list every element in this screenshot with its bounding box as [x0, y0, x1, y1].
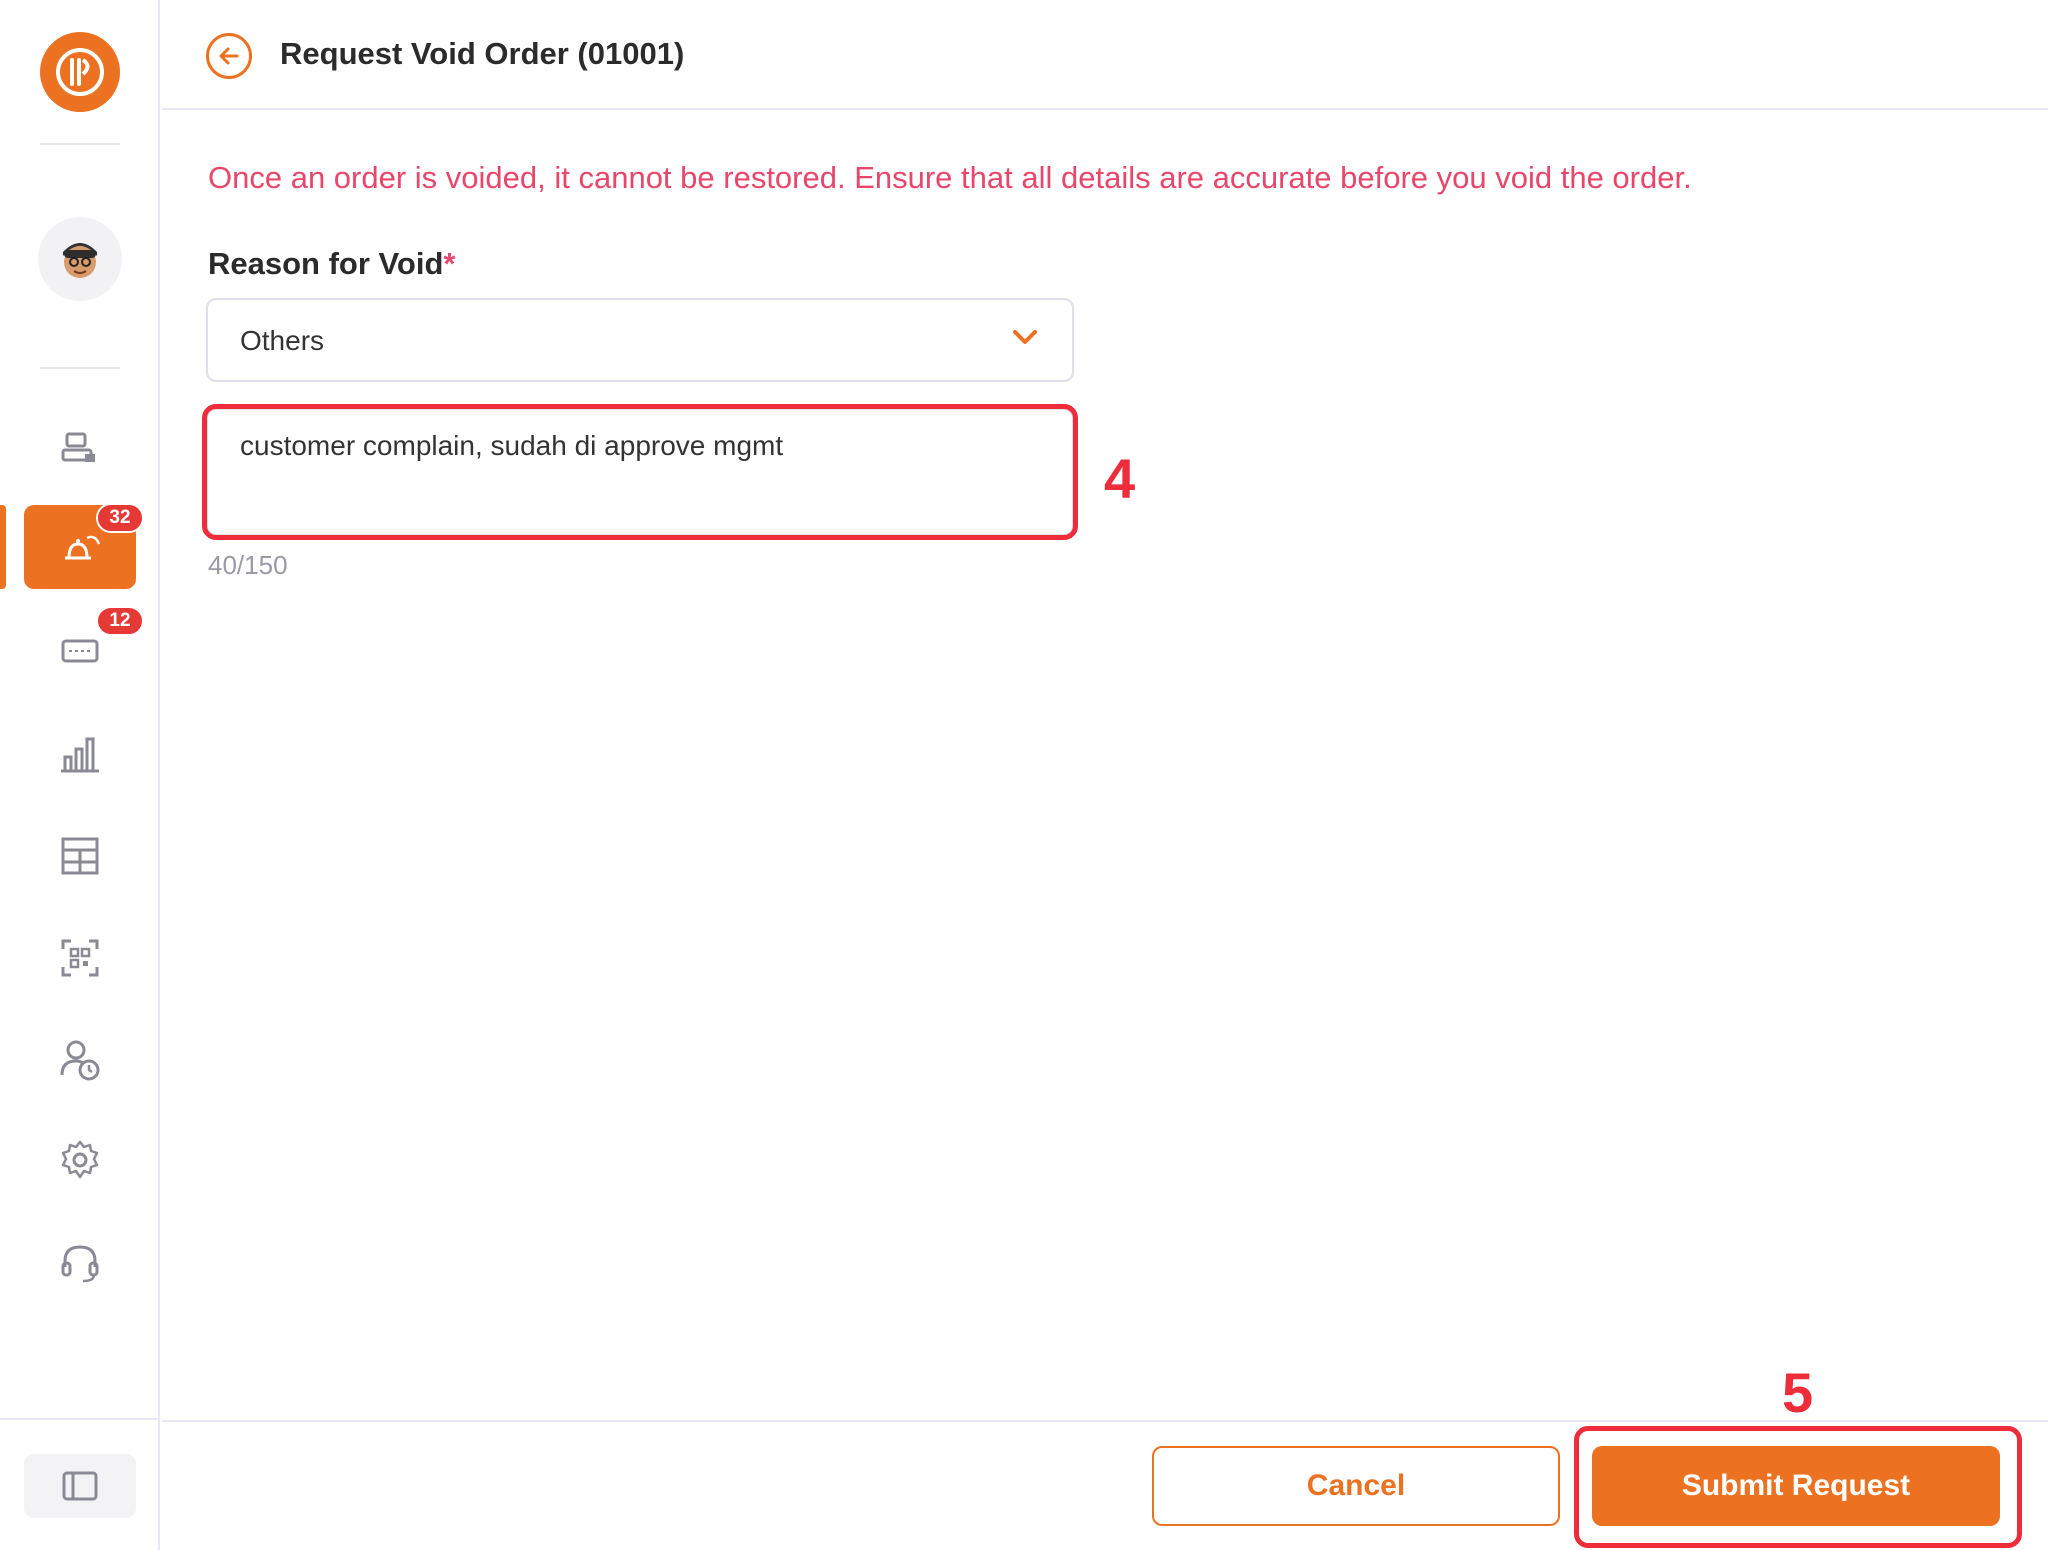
page-title: Request Void Order (01001)	[280, 36, 685, 71]
character-counter: 40/150	[208, 550, 288, 580]
reason-selected-value: Others	[240, 325, 325, 356]
void-warning-text: Once an order is voided, it cannot be re…	[208, 160, 1692, 195]
required-mark: *	[443, 246, 456, 281]
chevron-down-icon	[1012, 328, 1038, 351]
annotation-step-4: 4	[1104, 447, 1136, 510]
arrow-left-icon[interactable]	[206, 33, 252, 79]
support-headset-icon[interactable]	[24, 1220, 136, 1304]
qr-scan-icon[interactable]	[24, 916, 136, 1000]
brand-logo-icon[interactable]	[40, 32, 120, 112]
annotation-box-note	[202, 404, 1078, 540]
settings-icon[interactable]	[24, 1118, 136, 1202]
annotation-box-submit	[1574, 1426, 2022, 1548]
sidebar: 32 12	[0, 0, 160, 1550]
footer-divider	[162, 1420, 2048, 1422]
user-avatar-icon[interactable]	[38, 217, 122, 301]
reason-label-text: Reason for Void	[208, 246, 444, 281]
reason-select[interactable]: Others	[206, 298, 1074, 382]
sidebar-bottom-divider	[0, 1418, 158, 1420]
ticket-icon[interactable]: 12	[24, 606, 144, 692]
annotation-step-5: 5	[1782, 1361, 1814, 1424]
page-header: Request Void Order (01001)	[162, 0, 2048, 110]
attendance-icon[interactable]	[24, 1018, 136, 1102]
cashier-icon[interactable]	[24, 405, 136, 489]
active-indicator	[0, 505, 6, 589]
sidebar-divider	[40, 367, 120, 369]
ticket-badge: 12	[96, 606, 144, 636]
reason-label: Reason for Void*	[208, 246, 455, 282]
inventory-icon[interactable]	[24, 814, 136, 898]
reports-chart-icon[interactable]	[24, 712, 136, 796]
sidebar-toggle-icon[interactable]	[24, 1454, 136, 1518]
orders-badge: 32	[96, 503, 144, 533]
cancel-button[interactable]: Cancel	[1152, 1446, 1560, 1526]
orders-bell-icon[interactable]: 32	[24, 503, 144, 589]
sidebar-divider	[40, 143, 120, 145]
